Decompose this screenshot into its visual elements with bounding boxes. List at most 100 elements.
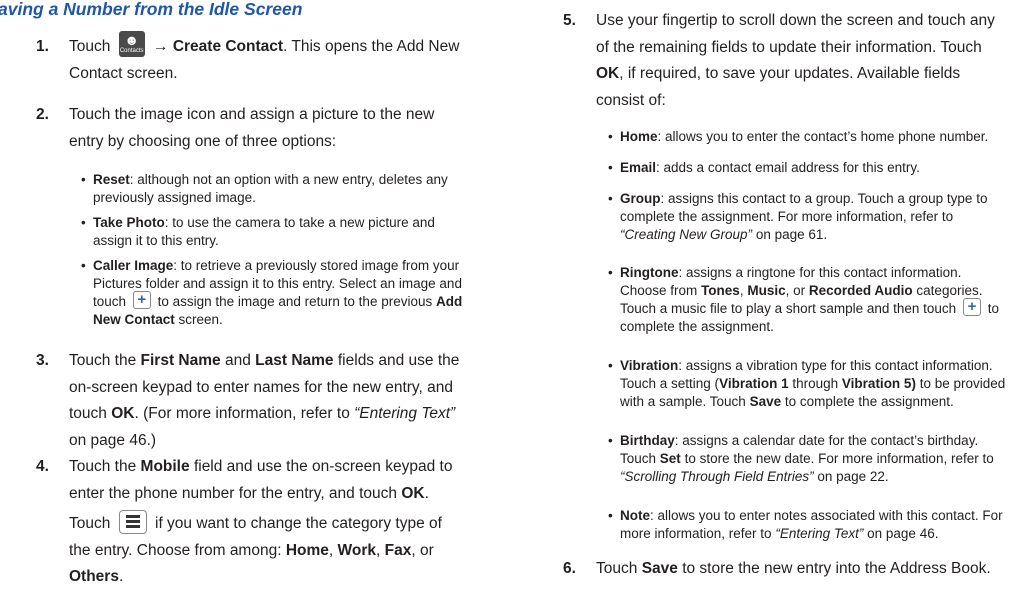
text: Use your fingertip to scroll down the sc… bbox=[596, 12, 995, 56]
bullet-label: Group bbox=[620, 191, 661, 206]
text: Touch the bbox=[69, 458, 137, 475]
bold-text: Recorded Audio bbox=[808, 283, 913, 298]
text: to complete the assignment. bbox=[784, 394, 954, 409]
text: . bbox=[424, 484, 429, 502]
bullet-text: Email: adds a contact email address for … bbox=[620, 159, 1008, 177]
bullet-text: Note: allows you to enter notes associat… bbox=[620, 507, 1008, 543]
bold-text: Music bbox=[747, 283, 786, 298]
bullet-dot: • bbox=[608, 433, 613, 448]
text: to store the new entry into the Address … bbox=[682, 560, 991, 577]
bullet-text: Group: assigns this contact to a group. … bbox=[620, 190, 1008, 244]
bold-text: Tones bbox=[701, 283, 740, 298]
cross-reference: “Entering Text” bbox=[775, 526, 864, 541]
bold-text: Others bbox=[69, 568, 119, 585]
bullet-dot: • bbox=[608, 265, 613, 280]
bold-text: Create Contact bbox=[172, 38, 284, 56]
step-number: 3. bbox=[36, 352, 49, 369]
bullet-text: Home: allows you to enter the contact’s … bbox=[620, 128, 1008, 146]
cross-reference: “Creating New Group” bbox=[620, 227, 753, 242]
text: Touch bbox=[69, 38, 111, 56]
add-icon: + bbox=[962, 298, 981, 317]
text: to assign the image and return to the pr… bbox=[157, 294, 433, 309]
step-number: 1. bbox=[36, 38, 49, 55]
text: on page 22. bbox=[817, 469, 889, 484]
bullet-label: Note bbox=[620, 508, 650, 523]
bold-text: Save bbox=[641, 560, 678, 577]
bullet-label: Home bbox=[620, 129, 658, 144]
bullet-dot: • bbox=[608, 358, 613, 373]
bullet-dot: • bbox=[81, 258, 86, 273]
step-text: Use your fingertip to scroll down the sc… bbox=[596, 8, 1008, 114]
bullet-text: Take Photo: to use the camera to take a … bbox=[93, 214, 466, 250]
bullet-label: Reset bbox=[93, 172, 130, 187]
text: Touch the bbox=[69, 352, 137, 369]
bullet-label: Ringtone bbox=[620, 265, 679, 280]
bullet-dot: • bbox=[608, 160, 613, 175]
bullet-dot: • bbox=[81, 215, 86, 230]
text: : assigns this contact to a group. Touch… bbox=[620, 191, 988, 224]
bullet-text: Birthday: assigns a calendar date for th… bbox=[620, 432, 1008, 486]
bullet-label: Email bbox=[620, 160, 657, 175]
bold-text: Home bbox=[285, 541, 329, 559]
icon-label: Contacts bbox=[119, 48, 144, 54]
step-text: Touch the image icon and assign a pictur… bbox=[69, 106, 435, 150]
text: . (For more information, refer to bbox=[134, 405, 350, 422]
text: , bbox=[376, 541, 385, 559]
bullet-label: Caller Image bbox=[93, 258, 174, 273]
bold-text: Save bbox=[749, 394, 782, 409]
text: , or bbox=[785, 283, 806, 298]
text: or bbox=[419, 541, 434, 559]
arrow: → bbox=[153, 38, 169, 56]
step-number: 6. bbox=[563, 560, 576, 577]
text: Touch bbox=[596, 560, 638, 577]
step-4-note: Touch if you want to change the category… bbox=[69, 509, 466, 591]
bold-text: Vibration 5) bbox=[841, 376, 916, 391]
page-heading: aving a Number from the Idle Screen bbox=[0, 0, 303, 19]
text: on page 46.) bbox=[69, 431, 157, 449]
bold-text: Set bbox=[659, 451, 681, 466]
bullet-dot: • bbox=[608, 129, 613, 144]
bold-text: First Name bbox=[140, 352, 221, 369]
step-text: Touch Save to store the new entry into t… bbox=[596, 556, 1008, 583]
step-text: Touch if you want to change the category… bbox=[69, 509, 466, 591]
text: Touch bbox=[69, 515, 111, 532]
bullet-label: Take Photo bbox=[93, 215, 165, 230]
text: screen. bbox=[178, 312, 223, 328]
text: , bbox=[328, 541, 338, 559]
cross-reference: “Entering Text” bbox=[354, 405, 456, 422]
bold-text: Work bbox=[337, 541, 377, 559]
bold-text: Mobile bbox=[140, 458, 190, 475]
step-number: 2. bbox=[36, 106, 49, 123]
bold-text: Vibration 1 bbox=[719, 376, 789, 391]
bullet-label: Birthday bbox=[620, 433, 675, 448]
bullet-dot: • bbox=[81, 172, 86, 187]
text: : allows you to enter the contact’s home… bbox=[657, 129, 989, 144]
bold-text: OK bbox=[596, 65, 620, 82]
step-number: 4. bbox=[36, 458, 49, 475]
text: on page 61. bbox=[755, 227, 828, 242]
bullet-text: Caller Image: to retrieve a previously s… bbox=[93, 257, 466, 329]
bullet-text: Vibration: assigns a vibration type for … bbox=[620, 357, 1008, 411]
menu-list-icon bbox=[118, 509, 147, 534]
bullet-dot: • bbox=[608, 508, 613, 523]
text: , bbox=[411, 541, 420, 559]
text: : although not an option with a new entr… bbox=[93, 172, 448, 205]
text: : adds a contact email address for this … bbox=[656, 160, 920, 175]
bullet-label: Vibration bbox=[620, 358, 679, 373]
cross-reference: “Scrolling Through Field Entries” bbox=[620, 469, 814, 484]
bullet-text: Ringtone: assigns a ringtone for this co… bbox=[620, 265, 999, 335]
contacts-icon: ☻ Contacts bbox=[118, 31, 145, 57]
step-text: Touch the Mobile field and use the on-sc… bbox=[69, 454, 466, 507]
bullet-text: Reset: although not an option with a new… bbox=[93, 171, 466, 207]
text: on page 46. bbox=[867, 526, 939, 541]
bold-text: OK bbox=[401, 484, 425, 502]
text: , if required, to save your updates. Ava… bbox=[596, 65, 961, 109]
text: to store the new date. For more informat… bbox=[684, 451, 994, 466]
bold-text: Last Name bbox=[255, 352, 334, 369]
step-text: Touch the First Name and Last Name field… bbox=[69, 348, 466, 454]
step-number: 5. bbox=[563, 12, 576, 29]
step-text: Touch ☻ Contacts → Create Contact. This o… bbox=[69, 31, 466, 87]
bullet-dot: • bbox=[608, 191, 613, 206]
add-icon: + bbox=[132, 291, 151, 310]
text: and bbox=[224, 352, 251, 369]
